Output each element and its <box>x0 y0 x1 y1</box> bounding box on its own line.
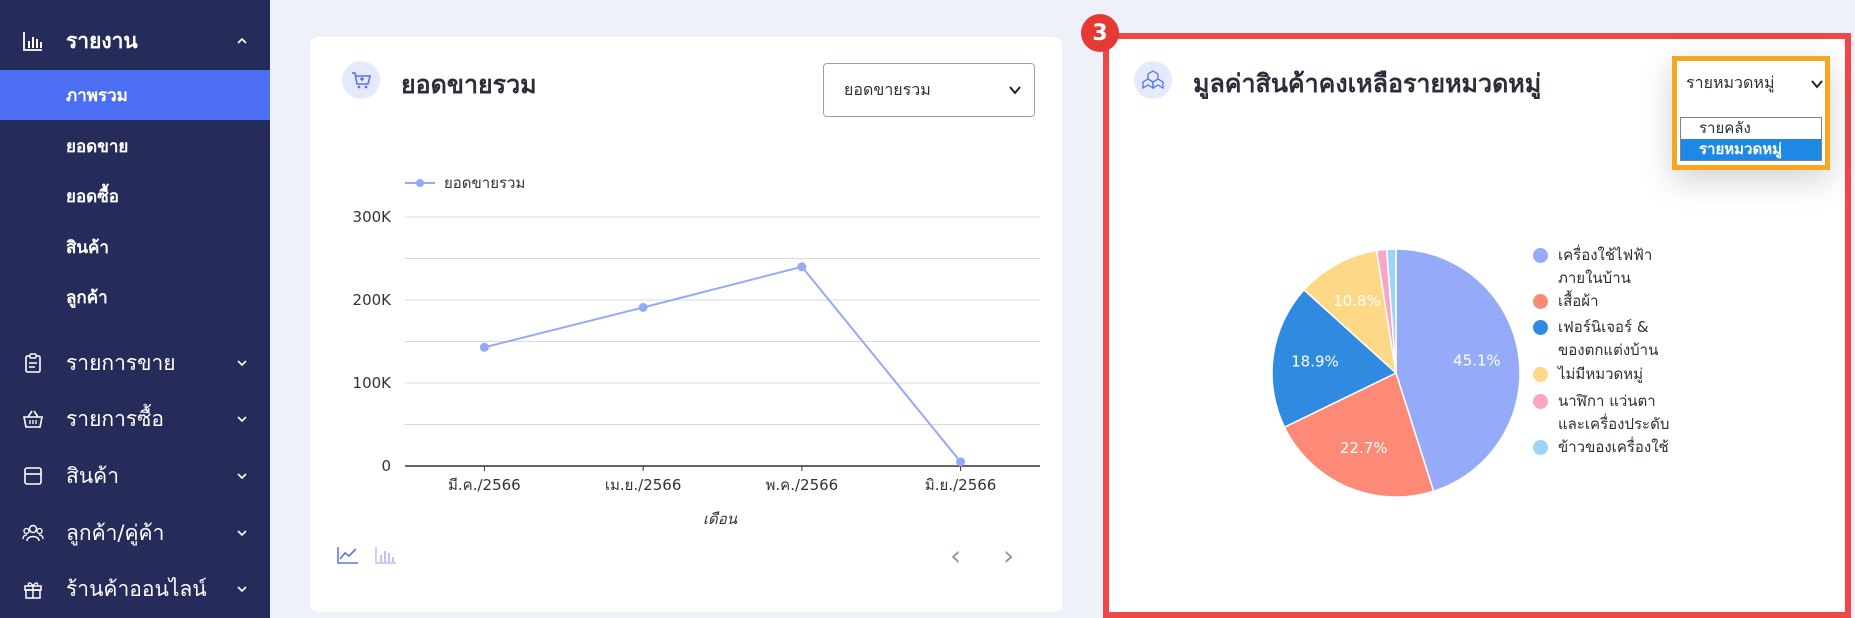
chart-legend: ยอดขายรวม <box>405 174 525 192</box>
data-point <box>479 342 489 352</box>
sidebar-item-overview[interactable]: ภาพรวม <box>0 70 270 120</box>
data-point <box>797 262 807 272</box>
dropdown-option-warehouse[interactable]: รายคลัง <box>1681 118 1821 139</box>
nav-products[interactable]: สินค้า <box>0 455 270 497</box>
step-badge: 3 <box>1081 14 1119 52</box>
basket-icon <box>23 410 43 428</box>
sidebar-item-purchases[interactable]: ยอดซื้อ <box>0 171 270 221</box>
x-axis-label: เดือน <box>703 510 738 528</box>
sidebar-item-sales[interactable]: ยอดขาย <box>0 121 270 171</box>
nav-online-store-label: ร้านค้าออนไลน์ <box>66 576 207 601</box>
sidebar-item-label: ยอดซื้อ <box>66 186 119 207</box>
chevron-down-icon <box>237 586 247 593</box>
sidebar: รายงาน ภาพรวม ยอดขาย ยอดซื้อ สินค้า ลูกค… <box>0 0 270 618</box>
nav-report-label: รายงาน <box>66 28 138 53</box>
sidebar-item-label: ยอดขาย <box>66 136 129 157</box>
nav-sales-list[interactable]: รายการขาย <box>0 342 270 384</box>
nav-customers-label: ลูกค้า/คู่ค้า <box>66 520 165 545</box>
nav-purchase-list[interactable]: รายการซื้อ <box>0 398 270 440</box>
nav-report[interactable]: รายงาน <box>0 20 270 62</box>
chevron-up-icon <box>237 37 247 44</box>
chevron-down-icon[interactable] <box>1810 77 1824 91</box>
chevron-down-icon <box>237 473 247 480</box>
inventory-group-dropdown: รายคลัง รายหมวดหมู่ <box>1680 117 1822 161</box>
box-icon <box>24 467 42 485</box>
chevron-down-icon <box>237 530 247 537</box>
users-icon <box>22 524 44 542</box>
legend-marker <box>416 179 424 187</box>
sidebar-item-customers[interactable]: ลูกค้า <box>0 272 270 322</box>
inventory-group-select-value[interactable]: รายหมวดหมู่ <box>1686 71 1775 96</box>
bar-chart-icon <box>23 32 42 51</box>
sidebar-item-label: ภาพรวม <box>66 85 128 106</box>
next-page-button[interactable]: › <box>1003 542 1025 570</box>
x-tick-label: พ.ค./2566 <box>766 476 839 494</box>
y-tick-label: 0 <box>381 457 391 475</box>
legend-label: ยอดขายรวม <box>444 174 525 192</box>
line-chart-icon <box>337 547 358 564</box>
line-chart-toggle[interactable] <box>336 545 360 569</box>
x-tick-label: เม.ย./2566 <box>605 476 682 494</box>
series-line <box>484 265 962 463</box>
sales-line-chart: ยอดขายรวม 0 100K 200K 300K มี.ค./2566 เม.ย./2… <box>353 174 1040 528</box>
x-tick-label: มี.ค./2566 <box>448 476 521 494</box>
nav-online-store[interactable]: ร้านค้าออนไลน์ <box>0 568 270 610</box>
nav-purchase-list-label: รายการซื้อ <box>66 406 165 431</box>
chevron-down-icon <box>237 360 247 367</box>
y-tick-label: 200K <box>353 291 393 309</box>
nav-products-label: สินค้า <box>66 463 120 488</box>
nav-sales-list-label: รายการขาย <box>66 350 176 375</box>
bar-chart-toggle[interactable] <box>374 545 398 569</box>
sidebar-item-label: ลูกค้า <box>66 287 108 308</box>
sidebar-item-products[interactable]: สินค้า <box>0 222 270 272</box>
x-tick-label: มิ.ย./2566 <box>925 476 996 494</box>
gift-icon <box>24 582 42 599</box>
prev-page-button[interactable]: ‹ <box>950 542 972 570</box>
data-point <box>956 457 966 467</box>
data-point <box>638 302 648 312</box>
nav-customers[interactable]: ลูกค้า/คู่ค้า <box>0 512 270 554</box>
dropdown-option-category[interactable]: รายหมวดหมู่ <box>1681 139 1821 160</box>
sales-card: ยอดขายรวม ยอดขายรวม ยอดขายรวม 0 100K 200K 3… <box>310 37 1062 612</box>
bar-chart-icon <box>375 547 396 564</box>
y-tick-label: 300K <box>353 208 393 226</box>
sidebar-item-label: สินค้า <box>66 237 109 258</box>
chevron-down-icon <box>237 416 247 423</box>
clipboard-icon <box>25 353 41 373</box>
y-tick-label: 100K <box>353 374 393 392</box>
